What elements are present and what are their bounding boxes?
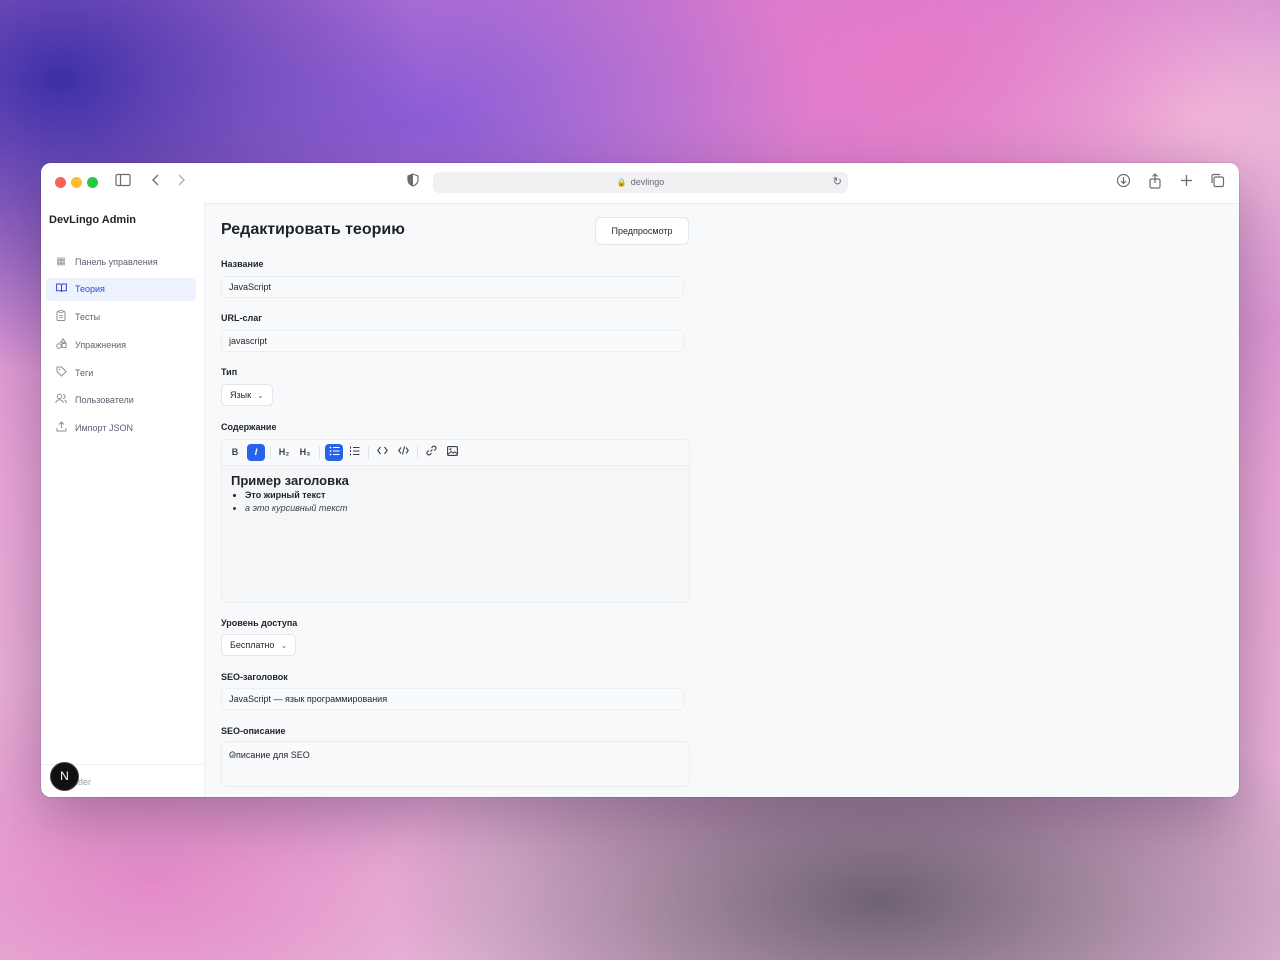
download-icon[interactable]: [1116, 173, 1131, 194]
preview-button[interactable]: Предпросмотр: [595, 217, 689, 245]
book-icon: [54, 283, 68, 296]
toolbar-divider: [417, 446, 418, 459]
link-icon: [425, 445, 437, 456]
browser-window: 🔒 devlingo ↻ DevLingo Admin ▦ Панель упра…: [41, 163, 1239, 797]
type-select[interactable]: Язык ⌄: [221, 384, 273, 406]
seo-description-label: SEO-описание: [221, 726, 286, 736]
resize-handle-icon[interactable]: ◢: [229, 750, 687, 784]
clipboard-icon: [54, 310, 68, 324]
italic-button[interactable]: I: [247, 444, 265, 461]
shield-icon[interactable]: [407, 173, 419, 193]
seo-title-input[interactable]: JavaScript — язык программирования: [221, 688, 684, 710]
sidebar-item-theory[interactable]: Теория: [46, 277, 196, 301]
code-block-icon: [397, 446, 409, 455]
access-select[interactable]: Бесплатно ⌄: [221, 634, 297, 656]
name-input[interactable]: JavaScript: [221, 276, 684, 298]
browser-titlebar: 🔒 devlingo ↻: [41, 163, 1239, 204]
tag-icon: [54, 366, 68, 380]
users-icon: [54, 393, 68, 407]
bullet-list-button[interactable]: [325, 444, 343, 461]
heading2-button[interactable]: H₂: [275, 444, 293, 461]
nextjs-dev-badge[interactable]: N: [50, 762, 79, 791]
slug-label: URL-слаг: [221, 313, 262, 323]
bullet-list-icon: [329, 446, 339, 456]
access-select-value: Бесплатно: [230, 640, 275, 650]
maximize-window-button[interactable]: [87, 177, 98, 188]
seo-title-label: SEO-заголовок: [221, 672, 288, 682]
page-title: Редактировать теорию: [221, 221, 405, 238]
sidebar-toggle-icon[interactable]: [115, 173, 131, 193]
sidebar-item-tags[interactable]: Теги: [46, 361, 196, 384]
brand-title: DevLingo Admin: [49, 214, 136, 226]
toolbar-divider: [319, 446, 320, 459]
sidebar-item-label: Теги: [75, 367, 94, 378]
sidebar-item-label: Теория: [75, 284, 105, 295]
slug-input[interactable]: javascript: [221, 330, 684, 352]
address-bar[interactable]: 🔒 devlingo ↻: [433, 172, 848, 193]
content-label: Содержание: [221, 422, 277, 432]
close-window-button[interactable]: [55, 177, 66, 188]
sidebar-item-import-json[interactable]: Импорт JSON: [46, 417, 196, 440]
sidebar-item-label: Пользователи: [75, 395, 134, 406]
access-label: Уровень доступа: [221, 618, 298, 628]
name-label: Название: [221, 259, 264, 269]
ordered-list-icon: [349, 446, 359, 456]
tabs-icon[interactable]: [1210, 173, 1225, 194]
sidebar-item-users[interactable]: Пользователи: [46, 389, 196, 412]
sidebar-item-label: Тесты: [75, 312, 101, 323]
list-item: Это жирный текст: [245, 490, 349, 500]
editor-heading: Пример заголовка: [231, 473, 349, 488]
image-icon: [446, 446, 458, 456]
address-url: devlingo: [630, 177, 665, 187]
inline-code-button[interactable]: [373, 444, 391, 461]
sidebar-item-dashboard[interactable]: ▦ Панель управления: [46, 250, 196, 273]
upload-icon: [54, 421, 68, 435]
chevron-down-icon: ⌄: [280, 641, 288, 650]
sidebar-item-label: Импорт JSON: [75, 423, 133, 434]
heading3-button[interactable]: H₃: [296, 444, 314, 461]
minimize-window-button[interactable]: [71, 177, 82, 188]
code-block-button[interactable]: [394, 444, 412, 461]
toolbar-divider: [368, 446, 369, 459]
plus-icon[interactable]: [1180, 173, 1193, 193]
editor-content[interactable]: Пример заголовка Это жирный текст а это …: [231, 473, 349, 516]
type-label: Тип: [221, 367, 238, 377]
sidebar: DevLingo Admin ▦ Панель управления Теори…: [41, 203, 205, 797]
sidebar-item-exercises[interactable]: Упражнения: [46, 333, 196, 356]
bold-button[interactable]: B: [226, 444, 244, 461]
sidebar-nav: ▦ Панель управления Теория Тесты Упражне…: [46, 250, 196, 445]
chevron-right-icon[interactable]: [176, 173, 186, 193]
editor-toolbar: B I H₂ H₃: [222, 440, 689, 466]
link-button[interactable]: [422, 444, 440, 461]
toolbar-divider: [270, 446, 271, 459]
sidebar-item-tests[interactable]: Тесты: [46, 306, 196, 329]
sidebar-item-label: Панель управления: [75, 256, 158, 267]
chevron-down-icon: ⌄: [257, 391, 264, 400]
rich-text-editor[interactable]: B I H₂ H₃ Пример заголовка • Это жирный …: [221, 439, 690, 603]
code-icon: [376, 446, 388, 455]
seo-description-textarea[interactable]: Описание для SEO ◢: [221, 741, 690, 787]
lock-icon: 🔒: [616, 178, 627, 187]
reload-icon[interactable]: ↻: [833, 172, 842, 193]
ordered-list-button[interactable]: [345, 444, 363, 461]
share-icon[interactable]: [1148, 173, 1162, 195]
shapes-icon: [54, 337, 68, 352]
editor-bullet-list: Это жирный текст а это курсивный текст: [231, 490, 349, 513]
image-button[interactable]: [443, 444, 461, 461]
sidebar-item-label: Упражнения: [75, 339, 127, 350]
dashboard-icon: ▦: [56, 256, 66, 267]
list-item: а это курсивный текст: [245, 503, 349, 513]
type-select-value: Язык: [230, 390, 252, 400]
chevron-left-icon[interactable]: [151, 173, 161, 193]
